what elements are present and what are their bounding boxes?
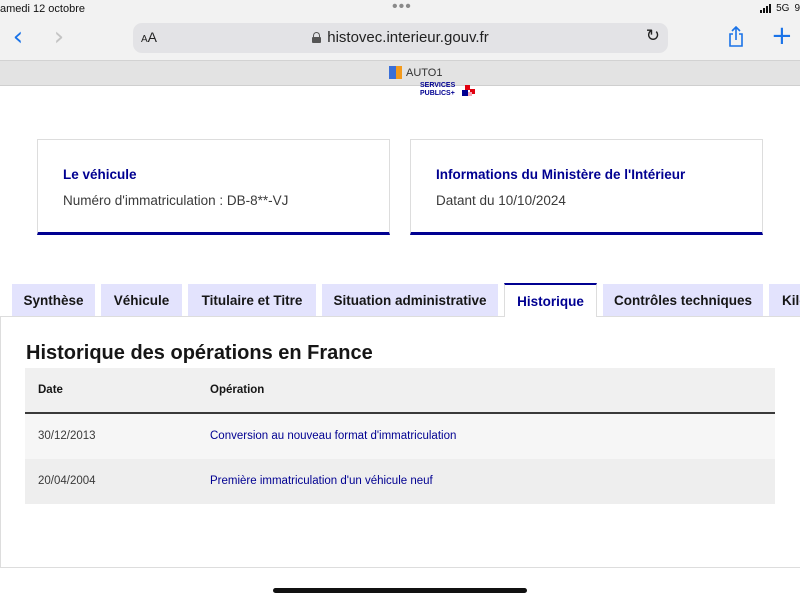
vehicle-card-title: Le véhicule [63,167,137,182]
tab-label: Historique [517,293,584,309]
tab-vehicule[interactable]: Véhicule [101,284,182,316]
logo-line-2: PUBLICS+ [420,90,455,97]
address-bar[interactable]: AA histovec.interieur.gouv.fr ↻ [133,23,668,53]
status-bar: amedi 12 octobre ••• 5G 9 [0,0,800,20]
tab-label: Kilo [782,292,800,308]
column-header-date: Date [38,384,63,396]
url-display[interactable]: histovec.interieur.gouv.fr [133,29,668,46]
tab-label: Synthèse [23,292,84,308]
tab-label: Véhicule [113,292,170,308]
browser-tab-auto1[interactable]: AUTO1 [389,66,442,79]
tab-situation-administrative[interactable]: Situation administrative [322,284,498,316]
tab-label: Contrôles techniques [613,292,753,308]
table-row: 30/12/2013 Conversion au nouveau format … [25,414,775,459]
back-chevron-icon[interactable]: ‹ [6,24,30,52]
ministry-card-title: Informations du Ministère de l'Intérieur [436,167,686,182]
battery-label: 9 [794,3,800,14]
services-publics-mark-icon [462,85,475,96]
plus-icon[interactable]: + [771,21,793,51]
safari-toolbar: ‹ › AA histovec.interieur.gouv.fr ↻ + [0,20,800,58]
services-publics-logo: SERVICES PUBLICS+ [420,82,475,98]
history-table: Date Opération 30/12/2013 Conversion au … [25,368,775,504]
table-header: Date Opération [25,368,775,414]
share-icon[interactable] [727,26,745,48]
row-date: 30/12/2013 [38,430,96,442]
status-date: amedi 12 octobre [0,3,85,15]
tab-titulaire-titre[interactable]: Titulaire et Titre [188,284,316,316]
row-operation: Conversion au nouveau format d'immatricu… [210,430,457,442]
browser-tab-strip: AUTO1 [0,60,800,86]
ministry-info-card: Informations du Ministère de l'Intérieur… [410,139,763,235]
data-date: Datant du 10/10/2024 [436,193,566,208]
forward-chevron-icon[interactable]: › [47,24,71,52]
reload-icon[interactable]: ↻ [646,26,660,46]
row-operation: Première immatriculation d'un véhicule n… [210,475,433,487]
home-indicator[interactable] [273,588,527,593]
signal-icon [760,4,772,13]
tab-label: Titulaire et Titre [201,292,303,308]
tab-synthese[interactable]: Synthèse [12,284,95,316]
history-title: Historique des opérations en France [26,342,373,364]
logo-line-1: SERVICES [420,82,456,89]
tab-controles-techniques[interactable]: Contrôles techniques [603,284,763,316]
multitasking-dots-icon[interactable]: ••• [392,0,412,16]
vehicle-card: Le véhicule Numéro d'immatriculation : D… [37,139,390,235]
row-date: 20/04/2004 [38,475,96,487]
browser-tab-title: AUTO1 [406,66,443,79]
browser-chrome: amedi 12 octobre ••• 5G 9 ‹ › AA histove… [0,0,800,86]
tab-kilometrage[interactable]: Kilo [769,284,800,316]
url-text: histovec.interieur.gouv.fr [327,29,489,46]
tab-historique[interactable]: Historique [504,283,597,317]
tab-label: Situation administrative [333,292,487,308]
report-tabs: Synthèse Véhicule Titulaire et Titre Sit… [0,283,800,317]
table-row: 20/04/2004 Première immatriculation d'un… [25,459,775,504]
column-header-operation: Opération [210,384,265,396]
network-label: 5G [776,3,790,14]
auto1-favicon-icon [389,66,402,79]
lock-icon [312,32,322,43]
registration-number: Numéro d'immatriculation : DB-8**-VJ [63,193,289,208]
status-indicators: 5G 9 [760,3,800,14]
